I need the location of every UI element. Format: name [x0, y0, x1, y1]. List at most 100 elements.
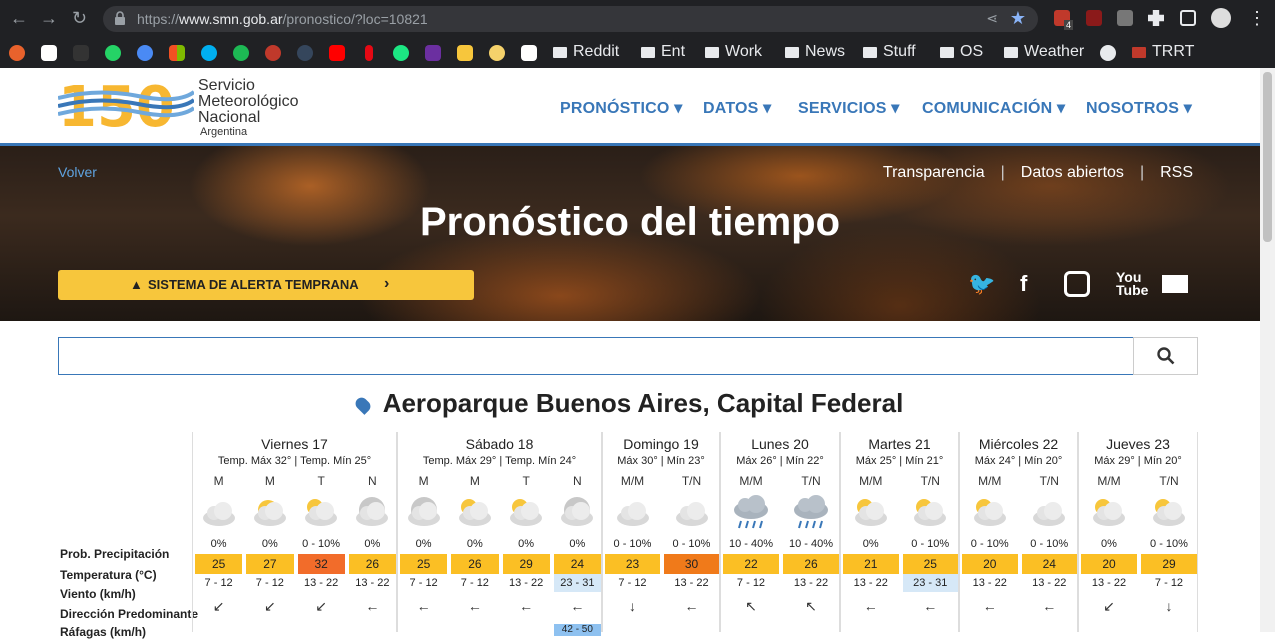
wind-cell: 23 - 31	[553, 574, 601, 592]
youtube-icon[interactable]	[329, 45, 345, 61]
label-wind: Viento (km/h)	[60, 587, 136, 601]
bookmark-folder-news[interactable]: News	[785, 43, 845, 61]
datos-abiertos-link[interactable]: Datos abiertos	[1021, 164, 1124, 182]
period-label: T	[317, 474, 325, 488]
chevron-right-icon: ›	[384, 275, 390, 292]
night-cloudy-icon	[407, 497, 440, 526]
github-icon[interactable]	[1100, 45, 1116, 61]
m-icon[interactable]	[425, 45, 441, 61]
precip-prob: 0%	[210, 538, 227, 550]
temperature-cell: 24	[553, 554, 601, 574]
forecast-period: M/M 0% 21 13 - 22 ←	[841, 432, 901, 632]
folder-icon	[785, 46, 799, 58]
bookmark-folder-ent[interactable]: Ent	[641, 43, 685, 61]
wind-direction-icon: ←	[467, 598, 482, 614]
bookmark-icon[interactable]	[73, 45, 89, 61]
wind-cell: 7 - 12	[451, 574, 499, 592]
menu-dots-icon[interactable]: ⋮	[1248, 8, 1266, 29]
volver-link[interactable]: Volver	[58, 164, 97, 180]
period-label: T/N	[920, 474, 940, 488]
precip-prob: 0 - 10%	[970, 538, 1009, 550]
menu-servicios[interactable]: SERVICIOS ▾	[798, 98, 900, 118]
reload-icon[interactable]: ↻	[72, 8, 87, 29]
bookmark-folder-weather[interactable]: Weather	[1004, 43, 1084, 61]
forward-icon[interactable]: →	[40, 8, 58, 29]
smn-logo[interactable]: 150 Servicio Meteorológico Nacional Argent…	[57, 74, 328, 140]
menu-datos[interactable]: DATOS ▾	[703, 98, 771, 118]
forecast-day: Lunes 20 Máx 26° | Mín 22° M/M 10 - 40% 22 7 …	[720, 432, 840, 632]
youtube-icon[interactable]: You Tube	[1116, 270, 1148, 297]
period-label: T/N	[681, 474, 702, 488]
temperature-cell: 29	[1141, 554, 1197, 574]
bulb-icon[interactable]	[457, 45, 473, 61]
search-input[interactable]	[58, 337, 1133, 375]
bookmark-icon[interactable]	[9, 45, 25, 61]
bookmark-star-icon[interactable]: ★	[1010, 8, 1026, 29]
avatar[interactable]	[1211, 8, 1231, 28]
wind-direction-icon: ↙	[315, 598, 327, 614]
twitter-icon[interactable]: 🐦	[968, 271, 995, 297]
temperature-cell: 32	[297, 554, 345, 574]
netflix-icon[interactable]	[365, 45, 373, 61]
wind-direction-icon: ←	[684, 598, 699, 614]
back-icon[interactable]: ←	[10, 8, 28, 29]
play-icon[interactable]	[393, 45, 409, 61]
partly-cloudy-icon	[510, 499, 543, 526]
forecast-period: M 0% 25 7 - 12 ←	[398, 432, 449, 632]
facebook-icon[interactable]: f	[1020, 271, 1027, 297]
wind-cell: 13 - 22	[1081, 574, 1137, 592]
forecast-period: T 0% 29 13 - 22 ←	[501, 432, 552, 632]
alerta-temprana-button[interactable]: ▲ SISTEMA DE ALERTA TEMPRANA ›	[58, 270, 474, 300]
extensions-puzzle-icon[interactable]	[1148, 10, 1164, 26]
precip-prob: 0%	[261, 538, 278, 550]
bookmark-folder-os[interactable]: OS	[940, 43, 983, 61]
menu-pronostico[interactable]: PRONÓSTICO ▾	[560, 98, 682, 118]
menu-nosotros[interactable]: NOSOTROS ▾	[1086, 98, 1192, 118]
site-header: 150 Servicio Meteorológico Nacional Argent…	[0, 68, 1260, 146]
rss-link[interactable]: RSS	[1160, 164, 1193, 182]
os-icon[interactable]	[265, 45, 281, 61]
whatsapp-icon[interactable]	[105, 45, 121, 61]
email-icon[interactable]	[1162, 275, 1188, 293]
share-icon[interactable]: ⋖	[986, 10, 998, 27]
forecast-day: Viernes 17 Temp. Máx 32° | Temp. Mín 25° M…	[192, 432, 397, 632]
lock-icon	[115, 11, 125, 25]
sidepanel-icon[interactable]	[1180, 10, 1196, 26]
spotify-icon[interactable]	[233, 45, 249, 61]
temperature-cell: 24	[1021, 554, 1077, 574]
period-label: T	[522, 474, 530, 488]
forecast-day: Sábado 18 Temp. Máx 29° | Temp. Mín 24° M 0…	[397, 432, 603, 636]
scrollbar-thumb[interactable]	[1263, 72, 1272, 242]
tumblr-icon[interactable]	[297, 45, 313, 61]
wikipedia-icon[interactable]	[521, 45, 537, 61]
wind-direction-icon: ↓	[629, 598, 636, 614]
menu-comunicacion[interactable]: COMUNICACIÓN ▾	[922, 98, 1065, 118]
forecast-period: M/M 10 - 40% 22 7 - 12 ↖	[721, 432, 781, 632]
temperature-cell: 25	[195, 554, 243, 574]
os-extension-icon[interactable]	[1117, 10, 1133, 26]
address-bar[interactable]: https://www.smn.gob.ar/pronostico/?loc=1…	[103, 6, 1038, 32]
instagram-icon[interactable]	[1064, 271, 1090, 297]
h-extension-icon[interactable]	[1086, 10, 1102, 26]
period-label: M	[213, 474, 224, 488]
gmail-icon[interactable]	[41, 45, 57, 61]
150-logo-icon: 150	[57, 75, 196, 140]
microsoft-icon[interactable]	[169, 45, 185, 61]
skype-icon[interactable]	[201, 45, 217, 61]
bookmark-folder-stuff[interactable]: Stuff	[863, 43, 916, 61]
cloudy-icon	[1033, 502, 1066, 526]
forecast-day: Domingo 19 Máx 30° | Mín 23° M/M 0 - 10% 23 7…	[602, 432, 720, 632]
trrt-icon	[1132, 46, 1146, 58]
wind-cell: 7 - 12	[723, 574, 779, 592]
scrollbar[interactable]	[1260, 68, 1275, 632]
search-button[interactable]	[1133, 337, 1198, 375]
bookmark-folder-work[interactable]: Work	[705, 43, 762, 61]
transparencia-link[interactable]: Transparencia	[883, 164, 985, 182]
bookmark-folder-reddit[interactable]: Reddit	[553, 43, 619, 61]
food-icon[interactable]	[489, 45, 505, 61]
bookmark-trrt[interactable]: TRRT	[1132, 43, 1194, 61]
messages-icon[interactable]	[137, 45, 153, 61]
partly-cloudy-icon	[1153, 499, 1185, 526]
forecast-period: N 0% 24 23 - 31 ← 42 - 50	[552, 432, 603, 636]
cloudy-icon	[616, 502, 649, 526]
